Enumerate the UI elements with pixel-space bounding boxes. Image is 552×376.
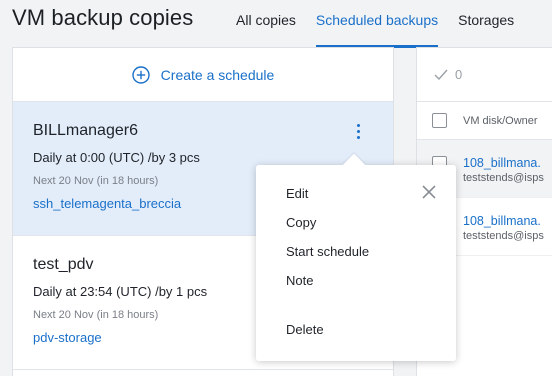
create-schedule-label: Create a schedule bbox=[160, 66, 275, 83]
vm-disk-link[interactable]: 108_billmana. bbox=[463, 214, 544, 229]
page-title: VM backup copies bbox=[12, 5, 194, 30]
tab-all-copies[interactable]: All copies bbox=[236, 0, 296, 48]
selected-count: 0 bbox=[455, 67, 463, 82]
menu-item-delete[interactable]: Delete bbox=[256, 322, 456, 351]
schedule-name: BILLmanager6 bbox=[33, 122, 138, 139]
more-options-icon[interactable] bbox=[355, 124, 361, 142]
table-header: VM disk/Owner bbox=[417, 102, 552, 140]
tab-scheduled-backups[interactable]: Scheduled backups bbox=[315, 0, 439, 48]
menu-item-note[interactable]: Note bbox=[256, 273, 456, 302]
menu-item-copy[interactable]: Copy bbox=[256, 215, 456, 244]
column-header-disk-owner: VM disk/Owner bbox=[463, 114, 538, 127]
check-icon bbox=[434, 69, 448, 80]
owner-text: teststends@isps bbox=[463, 172, 544, 184]
context-menu: Edit Copy Start schedule Note Delete bbox=[256, 153, 456, 361]
schedule-description: Daily at 0:00 (UTC) /by 3 pcs bbox=[33, 150, 200, 165]
close-icon[interactable] bbox=[422, 185, 436, 199]
selection-counter: 0 bbox=[417, 48, 552, 102]
tab-bar: All copies Scheduled backups Storages bbox=[236, 0, 534, 48]
select-all-checkbox[interactable] bbox=[432, 113, 447, 128]
tab-storages[interactable]: Storages bbox=[458, 0, 514, 48]
plus-circle-icon bbox=[131, 65, 150, 84]
menu-item-start-schedule[interactable]: Start schedule bbox=[256, 244, 456, 273]
vm-disk-link[interactable]: 108_billmana. bbox=[463, 156, 544, 171]
create-schedule-button[interactable]: Create a schedule bbox=[13, 48, 393, 102]
owner-text: teststends@isps bbox=[463, 230, 544, 242]
